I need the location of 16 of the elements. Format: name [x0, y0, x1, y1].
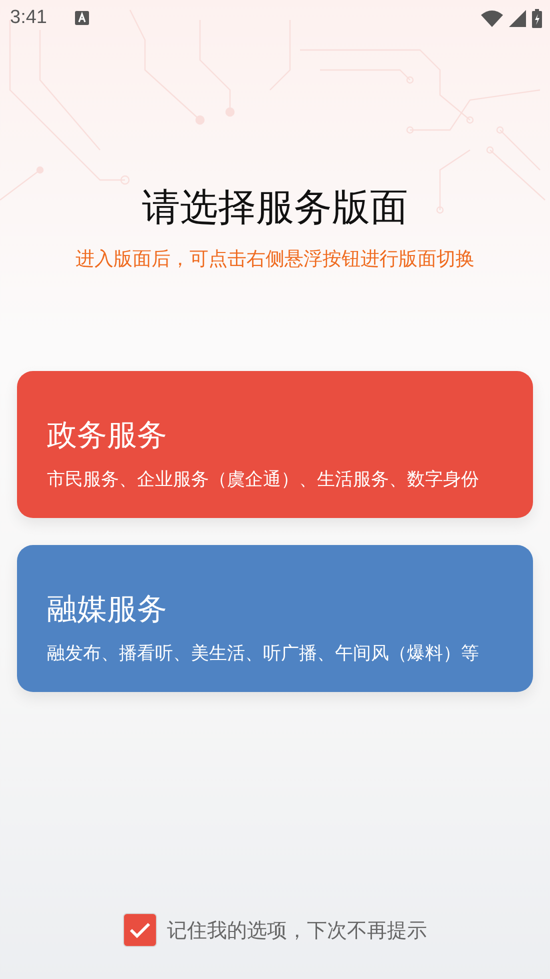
remember-checkbox[interactable] [123, 913, 157, 947]
service-card[interactable]: 融媒服务 融发布、播看听、美生活、听广播、午间风（爆料）等 [17, 545, 533, 692]
card-description: 市民服务、企业服务（虞企通）、生活服务、数字身份 [47, 468, 479, 492]
checkmark-icon [129, 921, 151, 939]
status-time: 3:41 [10, 7, 47, 29]
page-title: 请选择服务版面 [142, 185, 408, 229]
page-subtitle: 进入版面后，可点击右侧悬浮按钮进行版面切换 [76, 248, 474, 270]
card-title: 融媒服务 [47, 592, 167, 628]
remember-label: 记住我的选项，下次不再提示 [167, 916, 427, 944]
card-description: 融发布、播看听、美生活、听广播、午间风（爆料）等 [47, 642, 479, 666]
card-title: 政务服务 [47, 418, 167, 454]
keyboard-notification-icon [74, 11, 89, 25]
battery-icon [532, 8, 542, 28]
wifi-icon [481, 10, 503, 26]
signal-icon [509, 10, 526, 26]
service-card[interactable]: 政务服务 市民服务、企业服务（虞企通）、生活服务、数字身份 [17, 371, 533, 518]
